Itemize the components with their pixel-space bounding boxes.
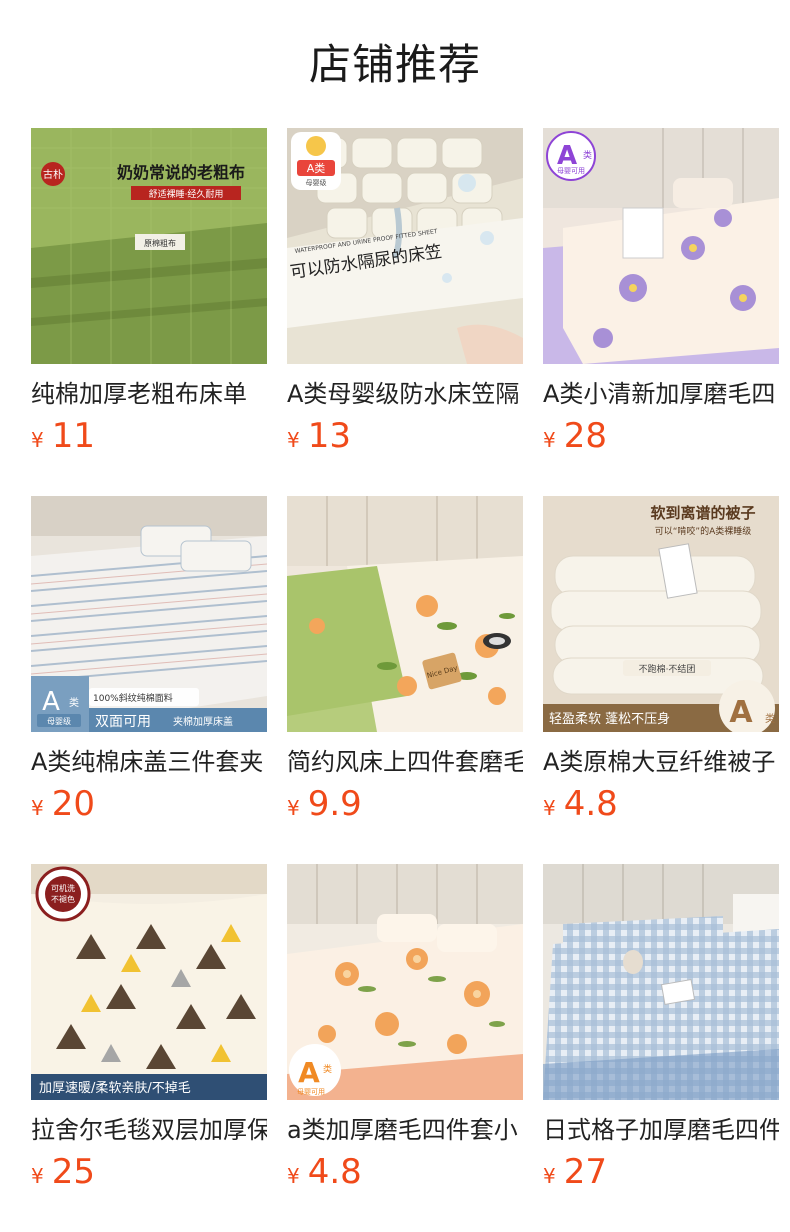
product-price: ¥27	[543, 1150, 607, 1194]
product-image[interactable]: A 类 母婴可用	[543, 128, 779, 364]
image-headline: 奶奶常说的老粗布	[117, 163, 245, 182]
feature-label: 不跑棉·不结团	[639, 663, 696, 675]
image-headline: 软到离谱的被子	[650, 504, 755, 522]
fabric-label: 100%斜纹纯棉面料	[93, 692, 173, 704]
price-value: 13	[307, 416, 351, 456]
product-image[interactable]: A 类 母婴可用	[287, 864, 523, 1100]
product-name[interactable]: a类加厚磨毛四件套小	[287, 1112, 523, 1148]
brand-seal-text: 古朴	[43, 168, 63, 181]
product-card[interactable]: A 类 母婴可用 a类加厚磨毛四件套小 ¥4.8	[287, 864, 523, 1204]
grade-badge-class: 类	[583, 149, 592, 161]
product-image[interactable]: A 类 母婴级 100%斜纹纯棉面料 双面可用 夹棉加厚床盖	[31, 496, 267, 732]
price-value: 4.8	[563, 784, 618, 824]
currency-symbol: ¥	[31, 428, 44, 452]
product-card[interactable]: A 类 母婴可用 A类小清新加厚磨毛四 ¥28	[543, 128, 779, 468]
currency-symbol: ¥	[287, 428, 300, 452]
product-name[interactable]: A类纯棉床盖三件套夹	[31, 744, 267, 780]
product-name[interactable]: A类原棉大豆纤维被子	[543, 744, 779, 780]
product-image[interactable]: A类 母婴级 WATERPROOF AND URINE PROOF FITTED…	[287, 128, 523, 364]
product-card[interactable]: A类 母婴级 WATERPROOF AND URINE PROOF FITTED…	[287, 128, 523, 468]
product-name[interactable]: 纯棉加厚老粗布床单	[31, 376, 267, 412]
product-card[interactable]: 软到离谱的被子 可以“啃咬”的A类裸睡级 不跑棉·不结团 轻盈柔软 蓬松不压身 …	[543, 496, 779, 836]
price-value: 9.9	[307, 784, 362, 824]
grade-badge-text: A类	[307, 161, 326, 175]
product-name[interactable]: 简约风床上四件套磨毛	[287, 744, 523, 780]
currency-symbol: ¥	[287, 1164, 300, 1188]
currency-symbol: ¥	[543, 1164, 556, 1188]
grade-badge-class: 类	[765, 712, 775, 725]
product-image[interactable]: Nice Day	[287, 496, 523, 732]
product-price: ¥4.8	[287, 1150, 362, 1194]
product-price: ¥11	[31, 414, 95, 458]
currency-symbol: ¥	[31, 796, 44, 820]
product-image[interactable]: 软到离谱的被子 可以“啃咬”的A类裸睡级 不跑棉·不结团 轻盈柔软 蓬松不压身 …	[543, 496, 779, 732]
grade-badge-class: 类	[69, 696, 79, 709]
page-header: 店铺推荐	[0, 0, 790, 128]
fabric-label: 原棉粗布	[144, 238, 176, 248]
grade-badge-sub: 母婴级	[306, 178, 327, 187]
product-name[interactable]: A类小清新加厚磨毛四	[543, 376, 779, 412]
product-image[interactable]: 古朴 奶奶常说的老粗布 舒适裸睡·经久耐用 原棉粗布	[31, 128, 267, 364]
price-value: 28	[563, 416, 607, 456]
grade-badge-sub: 母婴可用	[557, 167, 585, 175]
product-image[interactable]: 可机洗 不褪色 加厚速暖/柔软亲肤/不掉毛	[31, 864, 267, 1100]
currency-symbol: ¥	[31, 1164, 44, 1188]
product-card[interactable]: A 类 母婴级 100%斜纹纯棉面料 双面可用 夹棉加厚床盖 A类纯棉床盖三件套…	[31, 496, 267, 836]
grade-badge-letter: A	[729, 695, 753, 730]
product-price: ¥20	[31, 782, 95, 826]
currency-symbol: ¥	[287, 796, 300, 820]
product-card[interactable]: Nice Day 简约风床上四件套磨毛 ¥9.9	[287, 496, 523, 836]
price-value: 27	[563, 1152, 607, 1192]
badge-line-1: 可机洗	[51, 883, 75, 893]
price-value: 25	[51, 1152, 95, 1192]
image-bottom-banner: 加厚速暖/柔软亲肤/不掉毛	[39, 1081, 191, 1096]
product-price: ¥9.9	[287, 782, 362, 826]
product-image[interactable]	[543, 864, 779, 1100]
image-bottom-banner: 轻盈柔软 蓬松不压身	[549, 711, 670, 727]
product-price: ¥13	[287, 414, 351, 458]
product-name[interactable]: 日式格子加厚磨毛四件	[543, 1112, 779, 1148]
product-price: ¥25	[31, 1150, 95, 1194]
badge-line-2: 不褪色	[51, 894, 75, 904]
grade-badge-letter: A	[298, 1056, 320, 1089]
currency-symbol: ¥	[543, 796, 556, 820]
image-headline: 双面可用	[95, 714, 151, 730]
price-value: 4.8	[307, 1152, 362, 1192]
product-card[interactable]: 可机洗 不褪色 加厚速暖/柔软亲肤/不掉毛 拉舍尔毛毯双层加厚保 ¥25	[31, 864, 267, 1204]
price-value: 11	[51, 416, 95, 456]
price-value: 20	[51, 784, 95, 824]
grade-badge-letter: A	[42, 687, 60, 717]
image-tagline: 夹棉加厚床盖	[173, 715, 233, 728]
product-card[interactable]: 古朴 奶奶常说的老粗布 舒适裸睡·经久耐用 原棉粗布 纯棉加厚老粗布床单 ¥11	[31, 128, 267, 468]
currency-symbol: ¥	[543, 428, 556, 452]
product-name[interactable]: 拉舍尔毛毯双层加厚保	[31, 1112, 267, 1148]
product-card[interactable]: 日式格子加厚磨毛四件 ¥27	[543, 864, 779, 1204]
grade-badge-sub: 母婴级	[47, 716, 71, 726]
product-price: ¥28	[543, 414, 607, 458]
image-tagline: 可以“啃咬”的A类裸睡级	[655, 525, 751, 537]
product-price: ¥4.8	[543, 782, 618, 826]
grade-badge-sub: 母婴可用	[297, 1088, 325, 1096]
product-grid: 古朴 奶奶常说的老粗布 舒适裸睡·经久耐用 原棉粗布 纯棉加厚老粗布床单 ¥11	[31, 128, 790, 1232]
page-title: 店铺推荐	[308, 40, 481, 89]
product-name[interactable]: A类母婴级防水床笠隔	[287, 376, 523, 412]
grade-badge-class: 类	[323, 1063, 332, 1075]
image-tagline: 舒适裸睡·经久耐用	[149, 188, 224, 200]
